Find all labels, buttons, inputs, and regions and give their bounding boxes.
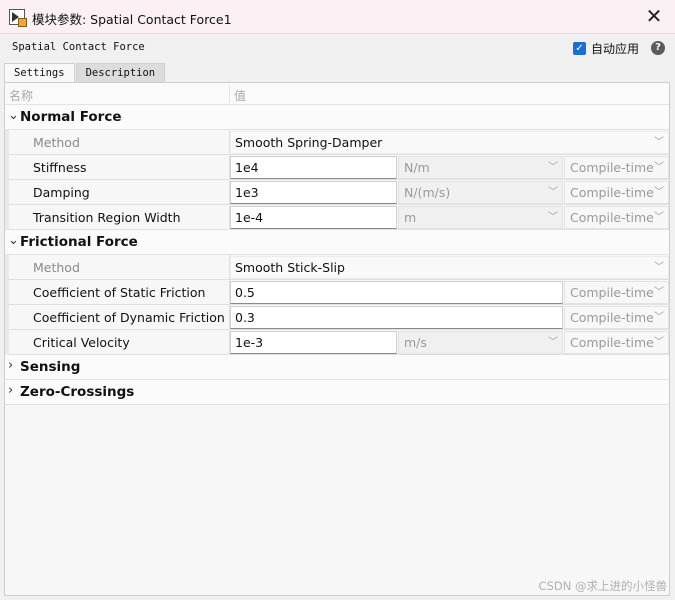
transition-width-input[interactable]: 1e-4 [230, 206, 397, 229]
auto-apply-label: 自动应用 [590, 41, 639, 56]
window-title: 模块参数: Spatial Contact Force1 [32, 12, 232, 27]
unit-value: N/m [404, 160, 430, 175]
name-cell: Stiffness [5, 155, 230, 180]
column-separator[interactable] [229, 85, 230, 103]
chevron-down-icon: ﹀ [654, 312, 664, 323]
section-frictional-force[interactable]: ⌄ Frictional Force [5, 230, 669, 255]
param-label: Coefficient of Static Friction [33, 285, 206, 300]
unit-value: m [404, 210, 417, 225]
unit-value: m/s [404, 335, 427, 350]
chevron-down-icon: ﹀ [654, 337, 664, 348]
chevron-down-icon[interactable]: ⌄ [8, 108, 19, 123]
chevron-down-icon: ﹀ [548, 187, 558, 198]
damping-input[interactable]: 1e3 [230, 181, 397, 204]
name-cell: Damping [5, 180, 230, 205]
stiffness-input[interactable]: 1e4 [230, 156, 397, 179]
tab-description[interactable]: Description [75, 63, 166, 82]
name-cell: Coefficient of Static Friction [5, 280, 230, 305]
chevron-right-icon[interactable]: › [8, 383, 18, 398]
chevron-down-icon[interactable]: ⌄ [8, 233, 19, 248]
select-value: Smooth Spring-Damper [235, 135, 383, 150]
name-cell: Method [5, 255, 230, 280]
config-value: Compile-time [570, 160, 654, 175]
transition-width-unit-select[interactable]: m ﹀ [398, 206, 563, 229]
chevron-down-icon: ﹀ [548, 212, 558, 223]
chevron-down-icon: ﹀ [654, 137, 664, 148]
name-cell: Method [5, 130, 230, 155]
auto-apply-control: ✓ 自动应用 ? [572, 39, 665, 57]
dynamic-friction-input[interactable]: 0.3 [230, 306, 563, 329]
parameter-table: 名称 值 ⌄ Normal Force Method Smooth Spring… [4, 82, 670, 596]
param-row-method: Method Smooth Spring-Damper ﹀ [5, 130, 669, 155]
damping-config-select[interactable]: Compile-time ﹀ [564, 181, 669, 204]
config-value: Compile-time [570, 285, 654, 300]
section-label: Normal Force [20, 109, 122, 125]
section-label: Zero-Crossings [20, 384, 135, 400]
column-value-header: 值 [234, 89, 247, 103]
chevron-down-icon: ﹀ [654, 187, 664, 198]
section-zero-crossings[interactable]: › Zero-Crossings [5, 380, 669, 405]
column-header: 名称 值 [5, 83, 669, 105]
chevron-down-icon: ﹀ [654, 212, 664, 223]
title-bar: 模块参数: Spatial Contact Force1 ✕ [0, 0, 675, 34]
close-icon[interactable]: ✕ [643, 6, 665, 28]
chevron-down-icon: ﹀ [654, 162, 664, 173]
select-value: Smooth Stick-Slip [235, 260, 345, 275]
chevron-down-icon: ﹀ [548, 337, 558, 348]
help-icon[interactable]: ? [651, 41, 665, 55]
config-value: Compile-time [570, 210, 654, 225]
tab-bar: Settings Description [4, 63, 166, 82]
param-row-dynamic-friction: Coefficient of Dynamic Friction 0.3 Comp… [5, 305, 669, 330]
name-cell: Coefficient of Dynamic Friction [5, 305, 230, 330]
stiffness-config-select[interactable]: Compile-time ﹀ [564, 156, 669, 179]
param-row-damping: Damping 1e3 N/(m/s) ﹀ Compile-time ﹀ [5, 180, 669, 205]
stiffness-unit-select[interactable]: N/m ﹀ [398, 156, 563, 179]
param-label: Coefficient of Dynamic Friction [33, 310, 225, 325]
section-sensing[interactable]: › Sensing [5, 355, 669, 380]
param-label: Method [33, 135, 80, 150]
critical-velocity-unit-select[interactable]: m/s ﹀ [398, 331, 563, 354]
param-row-critical-velocity: Critical Velocity 1e-3 m/s ﹀ Compile-tim… [5, 330, 669, 355]
block-header: Spatial Contact Force ✓ 自动应用 ? [0, 35, 675, 61]
param-row-transition-width: Transition Region Width 1e-4 m ﹀ Compile… [5, 205, 669, 230]
name-cell: Transition Region Width [5, 205, 230, 230]
damping-unit-select[interactable]: N/(m/s) ﹀ [398, 181, 563, 204]
critical-velocity-config-select[interactable]: Compile-time ﹀ [564, 331, 669, 354]
normal-method-select[interactable]: Smooth Spring-Damper ﹀ [230, 131, 669, 154]
section-normal-force[interactable]: ⌄ Normal Force [5, 105, 669, 130]
param-label: Method [33, 260, 80, 275]
chevron-down-icon: ﹀ [654, 287, 664, 298]
auto-apply-checkbox[interactable]: ✓ [572, 41, 586, 55]
simulink-block-icon [9, 9, 27, 27]
param-row-static-friction: Coefficient of Static Friction 0.5 Compi… [5, 280, 669, 305]
param-label: Stiffness [33, 160, 87, 175]
critical-velocity-input[interactable]: 1e-3 [230, 331, 397, 354]
tab-settings[interactable]: Settings [4, 63, 75, 82]
chevron-down-icon: ﹀ [548, 162, 558, 173]
transition-width-config-select[interactable]: Compile-time ﹀ [564, 206, 669, 229]
unit-value: N/(m/s) [404, 185, 451, 200]
chevron-down-icon: ﹀ [654, 262, 664, 273]
friction-method-select[interactable]: Smooth Stick-Slip ﹀ [230, 256, 669, 279]
param-row-stiffness: Stiffness 1e4 N/m ﹀ Compile-time ﹀ [5, 155, 669, 180]
section-label: Sensing [20, 359, 81, 375]
param-row-friction-method: Method Smooth Stick-Slip ﹀ [5, 255, 669, 280]
column-name-header: 名称 [9, 89, 34, 103]
param-label: Critical Velocity [33, 335, 130, 350]
static-friction-input[interactable]: 0.5 [230, 281, 563, 304]
config-value: Compile-time [570, 310, 654, 325]
block-name: Spatial Contact Force [12, 41, 145, 53]
name-cell: Critical Velocity [5, 330, 230, 355]
dynamic-friction-config-select[interactable]: Compile-time ﹀ [564, 306, 669, 329]
static-friction-config-select[interactable]: Compile-time ﹀ [564, 281, 669, 304]
param-label: Damping [33, 185, 90, 200]
config-value: Compile-time [570, 335, 654, 350]
chevron-right-icon[interactable]: › [8, 358, 18, 373]
param-label: Transition Region Width [33, 210, 181, 225]
section-label: Frictional Force [20, 234, 138, 250]
watermark: CSDN @求上进的小怪兽 [538, 579, 667, 593]
config-value: Compile-time [570, 185, 654, 200]
